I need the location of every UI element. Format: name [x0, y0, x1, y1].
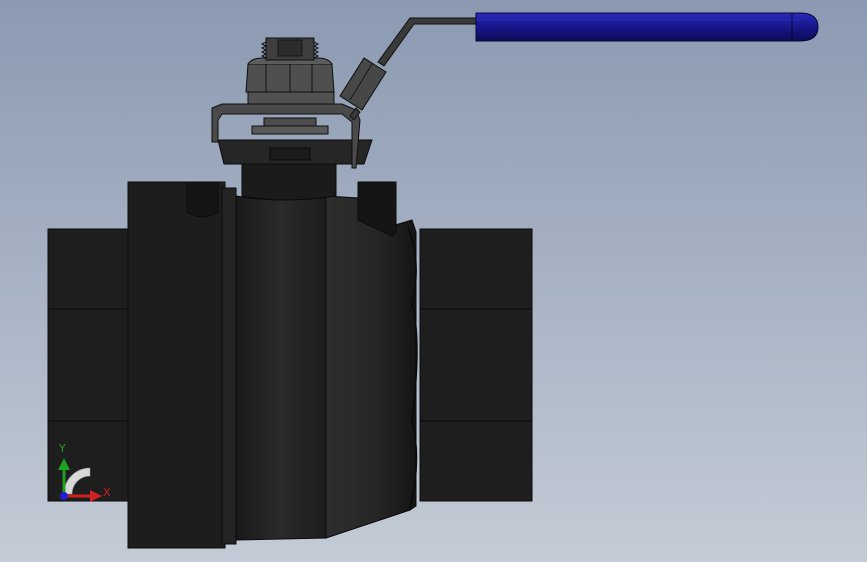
threaded-stem[interactable]	[260, 37, 320, 61]
model-canvas[interactable]	[0, 0, 867, 562]
left-body-cap[interactable]	[127, 181, 237, 549]
handle-grip[interactable]	[475, 12, 819, 42]
stem-hex-nut[interactable]	[245, 57, 335, 93]
triad-z-axis	[60, 492, 68, 500]
triad-x-label: X	[103, 486, 111, 499]
right-end-connector[interactable]	[419, 228, 533, 502]
triad-y-label: Y	[59, 442, 66, 455]
mounting-pad[interactable]	[217, 139, 373, 165]
valve-body[interactable]	[235, 181, 418, 541]
graphics-viewport[interactable]: Y X	[0, 0, 867, 562]
stem-neck[interactable]	[241, 163, 337, 201]
left-end-connector[interactable]	[47, 228, 131, 502]
